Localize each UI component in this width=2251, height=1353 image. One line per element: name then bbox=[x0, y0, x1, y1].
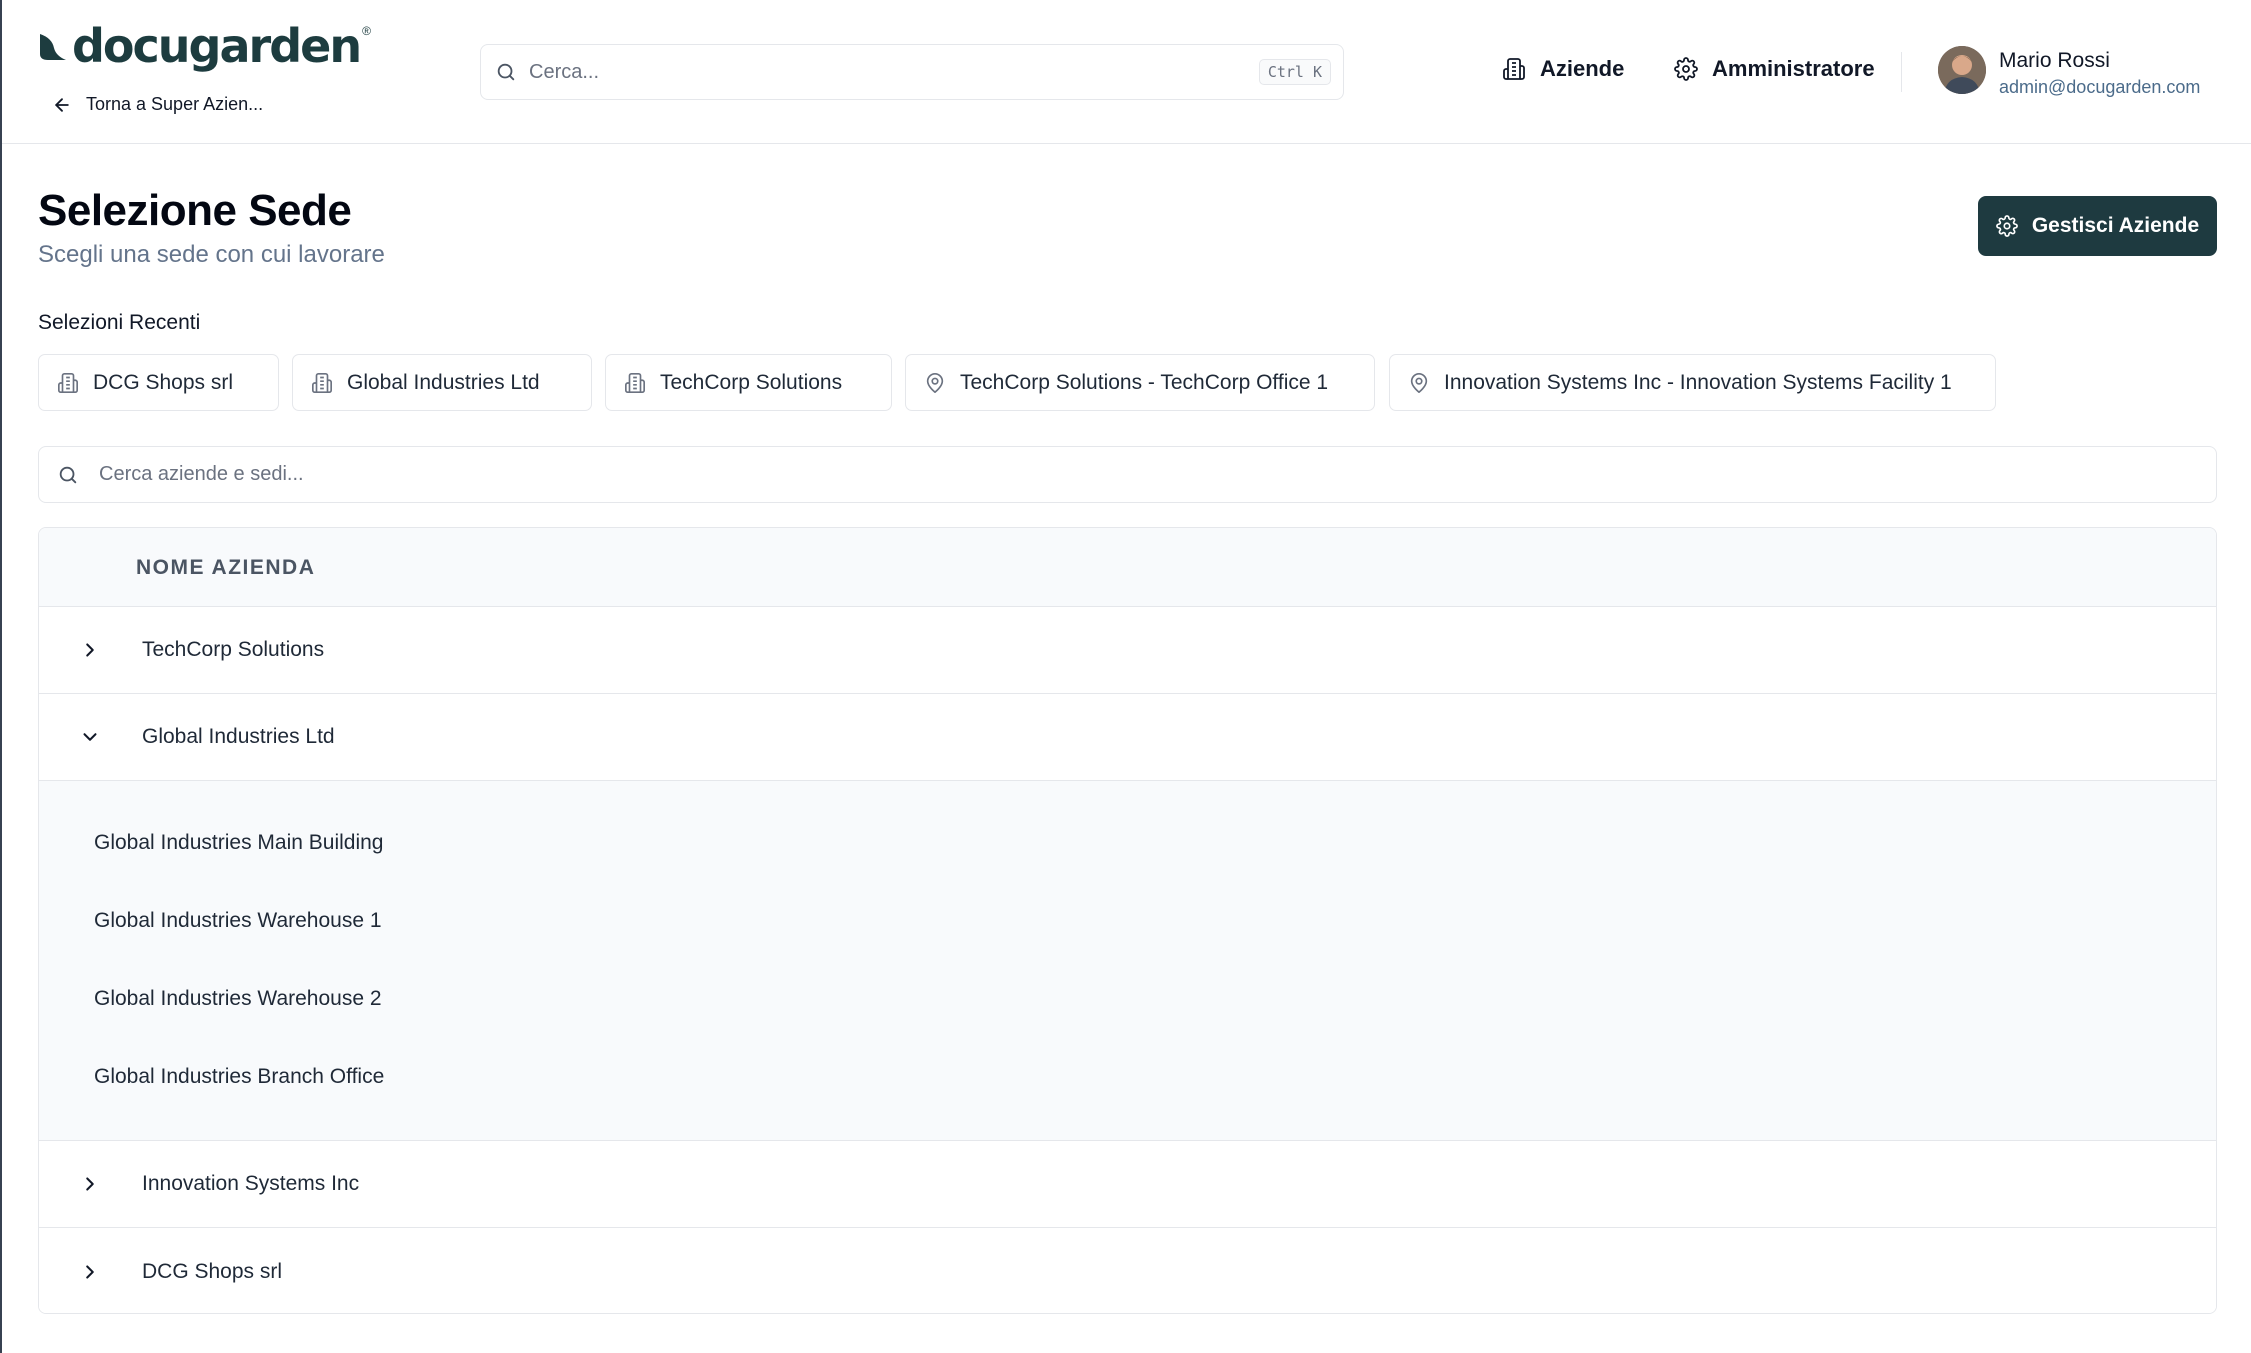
sites-panel-global-industries: Global Industries Main Building Global I… bbox=[39, 781, 2216, 1141]
nav-aziende-label: Aziende bbox=[1540, 56, 1625, 81]
site-item[interactable]: Global Industries Main Building bbox=[94, 831, 384, 855]
map-pin-icon bbox=[1410, 372, 1428, 393]
recent-chip-label: TechCorp Solutions - TechCorp Office 1 bbox=[960, 370, 1329, 394]
recent-chip-label: TechCorp Solutions bbox=[660, 370, 843, 394]
company-site-search-input[interactable] bbox=[99, 463, 2216, 486]
company-name: DCG Shops srl bbox=[142, 1259, 283, 1283]
chevron-right-icon[interactable] bbox=[79, 1261, 101, 1283]
top-header: docugarden ® Torna a Super Azien... Ctrl… bbox=[2, 0, 2251, 144]
nav-amministratore-label: Amministratore bbox=[1712, 56, 1875, 81]
companies-table: NOME AZIENDA TechCorp Solutions Global I… bbox=[38, 527, 2217, 1314]
recent-chip-label: Global Industries Ltd bbox=[347, 370, 540, 394]
manage-companies-label: Gestisci Aziende bbox=[2031, 214, 2200, 237]
user-email: admin@docugarden.com bbox=[1999, 77, 2201, 97]
company-name: Innovation Systems Inc bbox=[142, 1172, 360, 1195]
recent-chip-label: Innovation Systems Inc - Innovation Syst… bbox=[1444, 370, 1952, 394]
logo-registered-mark: ® bbox=[362, 24, 371, 38]
user-avatar[interactable] bbox=[1938, 46, 1986, 94]
manage-companies-button[interactable]: Gestisci Aziende bbox=[1978, 196, 2217, 256]
logo-mark-icon bbox=[38, 30, 70, 62]
chevron-down-icon[interactable] bbox=[79, 726, 101, 748]
global-search[interactable]: Ctrl K bbox=[480, 44, 1344, 100]
logo-text: docugarden bbox=[72, 19, 362, 73]
company-name: Global Industries Ltd bbox=[142, 725, 335, 748]
chevron-right-icon[interactable] bbox=[79, 639, 101, 661]
recent-selections-label: Selezioni Recenti bbox=[38, 311, 201, 334]
site-item[interactable]: Global Industries Branch Office bbox=[94, 1065, 384, 1089]
search-shortcut-badge: Ctrl K bbox=[1258, 59, 1331, 85]
table-header: NOME AZIENDA bbox=[39, 528, 2216, 607]
recent-chip-dcg-shops[interactable]: DCG Shops srl bbox=[38, 354, 279, 411]
header-divider bbox=[1901, 52, 1902, 92]
table-row-dcg-shops[interactable]: DCG Shops srl bbox=[39, 1228, 2216, 1313]
recent-chip-techcorp-office-1[interactable]: TechCorp Solutions - TechCorp Office 1 bbox=[905, 354, 1375, 411]
page-title: Selezione Sede bbox=[38, 186, 352, 235]
recent-chip-global-industries[interactable]: Global Industries Ltd bbox=[292, 354, 592, 411]
search-icon bbox=[59, 466, 77, 483]
nav-amministratore[interactable]: Amministratore bbox=[1674, 56, 1875, 82]
page-subtitle: Scegli una sede con cui lavorare bbox=[38, 241, 385, 268]
table-row-techcorp[interactable]: TechCorp Solutions bbox=[39, 607, 2216, 694]
company-site-search[interactable] bbox=[38, 446, 2217, 503]
nav-aziende[interactable]: Aziende bbox=[1502, 56, 1624, 82]
table-row-global-industries[interactable]: Global Industries Ltd bbox=[39, 694, 2216, 781]
window-frame: docugarden ® Torna a Super Azien... Ctrl… bbox=[0, 0, 2251, 1353]
building-icon bbox=[58, 372, 78, 393]
site-item[interactable]: Global Industries Warehouse 2 bbox=[94, 987, 382, 1011]
chevron-right-icon[interactable] bbox=[79, 1173, 101, 1195]
building-icon bbox=[1503, 58, 1525, 80]
recent-chip-innovation-facility-1[interactable]: Innovation Systems Inc - Innovation Syst… bbox=[1389, 354, 1996, 411]
docugarden-logo[interactable]: docugarden ® bbox=[38, 18, 371, 74]
back-to-super-company-link[interactable]: Torna a Super Azien... bbox=[52, 94, 263, 115]
search-icon bbox=[497, 63, 515, 81]
gear-icon bbox=[1995, 215, 2018, 237]
site-item[interactable]: Global Industries Warehouse 1 bbox=[94, 909, 382, 933]
user-name: Mario Rossi bbox=[1999, 49, 2110, 72]
recent-chip-techcorp[interactable]: TechCorp Solutions bbox=[605, 354, 892, 411]
gear-icon bbox=[1674, 57, 1698, 81]
company-name: TechCorp Solutions bbox=[142, 638, 325, 661]
building-icon bbox=[312, 372, 332, 393]
recent-chip-label: DCG Shops srl bbox=[93, 370, 234, 394]
arrow-left-icon bbox=[55, 97, 69, 112]
building-icon bbox=[625, 372, 645, 393]
table-row-innovation-systems[interactable]: Innovation Systems Inc bbox=[39, 1141, 2216, 1228]
back-link-label: Torna a Super Azien... bbox=[86, 94, 264, 114]
global-search-input[interactable] bbox=[529, 60, 1259, 84]
column-header-company-name[interactable]: NOME AZIENDA bbox=[136, 556, 315, 580]
map-pin-icon bbox=[926, 372, 944, 393]
